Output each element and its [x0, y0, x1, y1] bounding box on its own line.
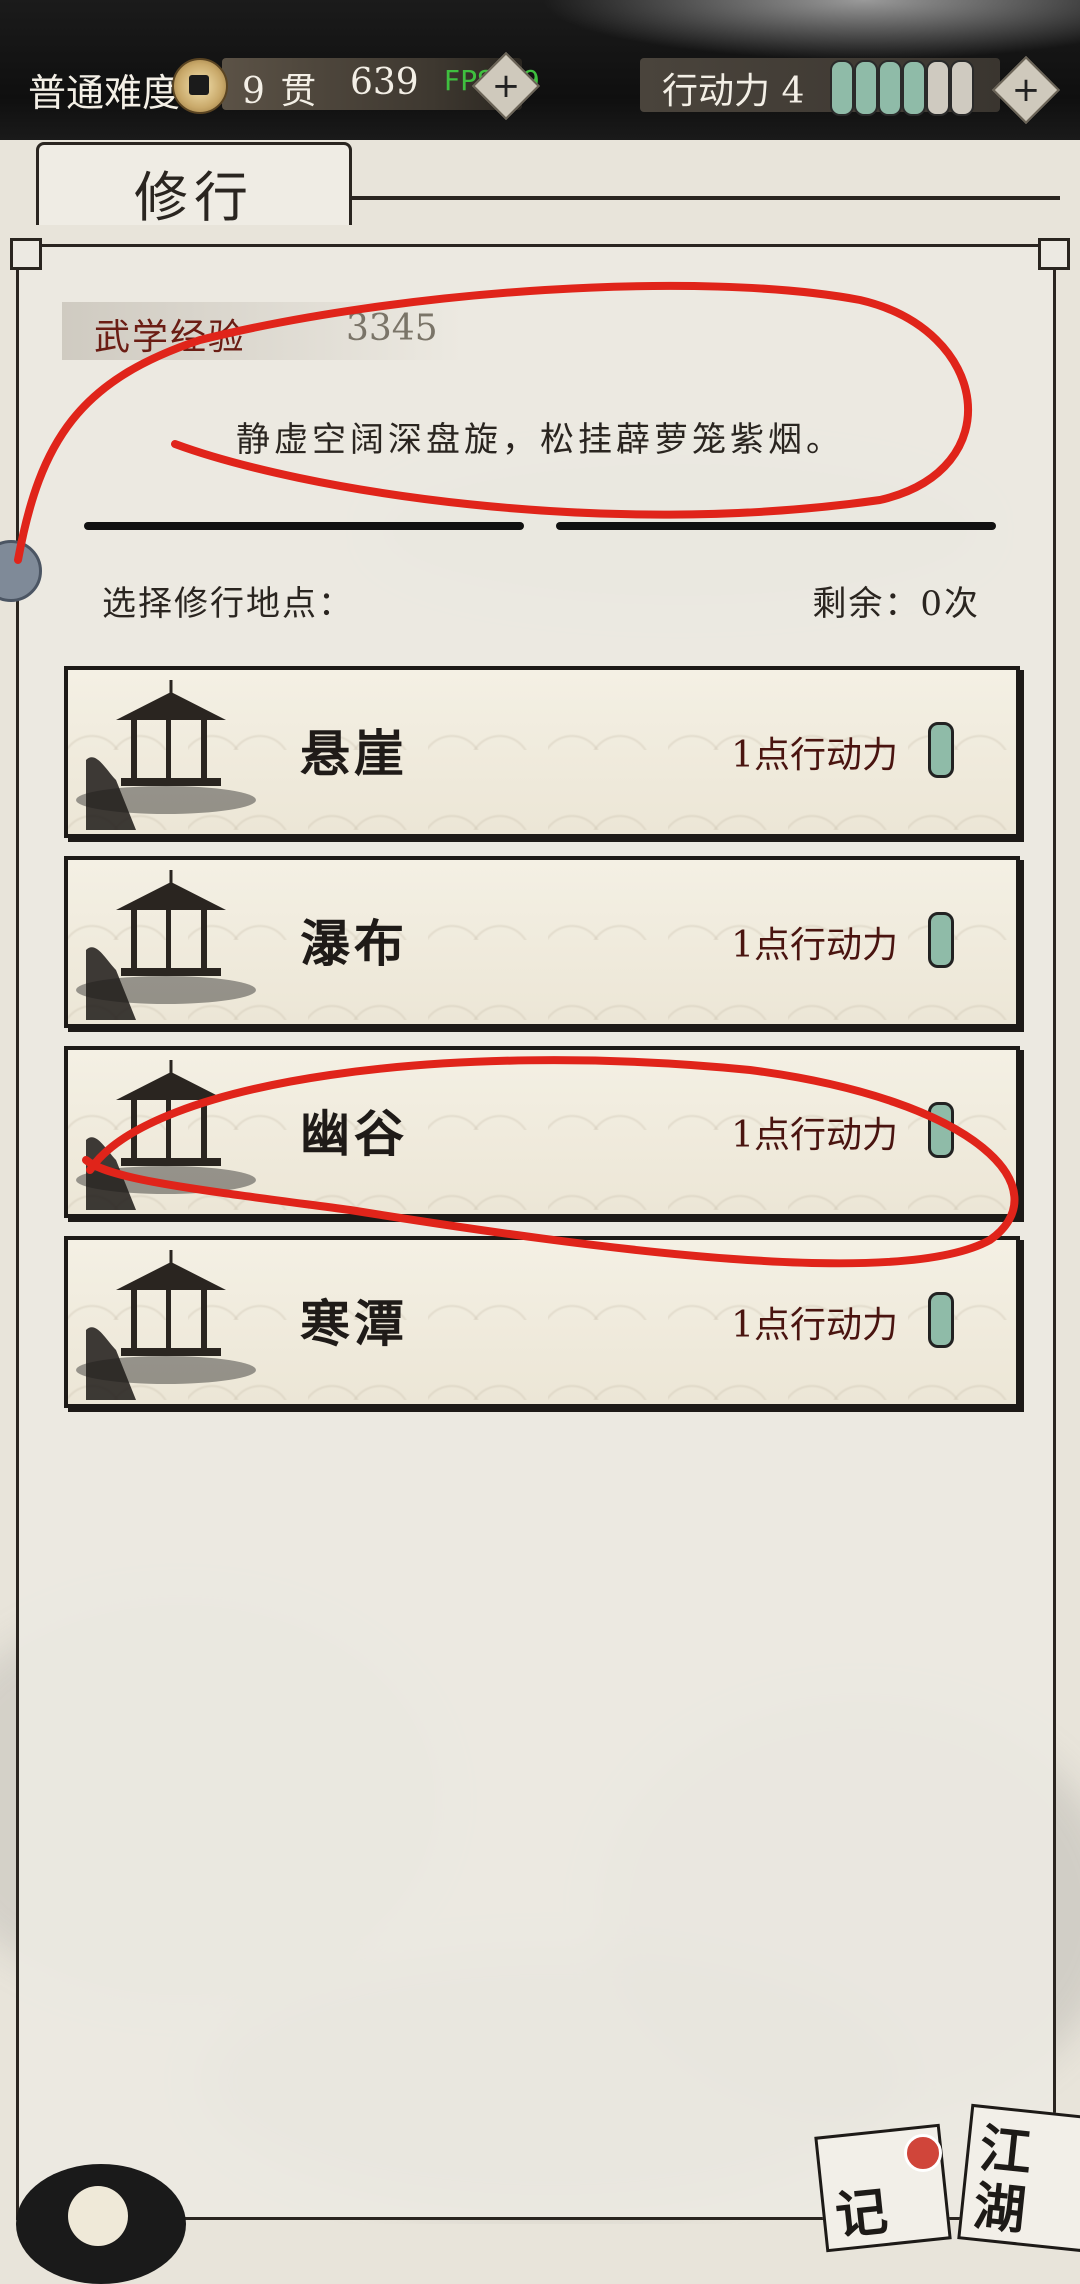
tab-label: 修行 — [134, 166, 254, 229]
brush-divider — [556, 522, 996, 530]
action-points-label: 行动力 4 — [662, 71, 805, 112]
location-card[interactable]: 寒潭 1点行动力 — [64, 1236, 1020, 1408]
plus-icon: + — [1011, 70, 1041, 110]
action-point-pip — [928, 1292, 954, 1348]
martial-exp-value: 3345 — [346, 308, 438, 349]
location-cost: 1点行动力 — [731, 925, 898, 966]
action-point-pip — [950, 60, 974, 116]
action-point-pip — [926, 60, 950, 116]
jianghu-label-bottom: 湖 — [970, 2175, 1029, 2242]
pavilion-icon — [76, 1060, 256, 1210]
action-point-pip — [854, 60, 878, 116]
panel-corner — [1038, 238, 1070, 270]
panel-corner — [10, 238, 42, 270]
pavilion-icon — [76, 1250, 256, 1400]
location-cost: 1点行动力 — [731, 1305, 898, 1346]
action-point-pip — [878, 60, 902, 116]
journal-label: 记 — [832, 2180, 891, 2247]
location-name: 寒潭 — [300, 1294, 408, 1353]
location-card[interactable]: 瀑布 1点行动力 — [64, 856, 1020, 1028]
pavilion-icon — [76, 680, 256, 830]
action-point-pip — [928, 912, 954, 968]
plus-icon: + — [491, 66, 521, 106]
remaining-count-label: 剩余：0次 — [812, 584, 980, 624]
select-location-label: 选择修行地点： — [102, 584, 354, 624]
location-name: 悬崖 — [300, 724, 408, 783]
jianghu-button[interactable]: 江 湖 — [957, 2103, 1080, 2253]
location-name: 幽谷 — [300, 1104, 408, 1163]
pavilion-icon — [76, 870, 256, 1020]
action-point-pip — [902, 60, 926, 116]
brush-divider — [84, 522, 524, 530]
cultivation-panel — [16, 244, 1056, 2220]
location-card[interactable]: 幽谷 1点行动力 — [64, 1046, 1020, 1218]
currency-unit: 9 贯 — [242, 71, 319, 112]
tab-underline — [340, 196, 1060, 200]
location-cost: 1点行动力 — [731, 1115, 898, 1156]
currency-amount: 639 — [350, 62, 419, 103]
poem-text: 静虚空阔深盘旋，松挂薜萝笼紫烟。 — [236, 420, 844, 460]
location-card[interactable]: 悬崖 1点行动力 — [64, 666, 1020, 838]
back-button[interactable] — [16, 2164, 186, 2284]
martial-exp-label: 武学经验 — [94, 317, 247, 358]
location-name: 瀑布 — [300, 914, 408, 973]
coin-icon — [172, 58, 228, 114]
difficulty-label: 普通难度 — [28, 71, 181, 115]
action-point-pip — [830, 60, 854, 116]
location-cost: 1点行动力 — [731, 735, 898, 776]
action-point-pip — [928, 722, 954, 778]
notification-dot — [904, 2134, 942, 2172]
action-point-pip — [928, 1102, 954, 1158]
tab-cultivation[interactable]: 修行 — [36, 142, 352, 229]
